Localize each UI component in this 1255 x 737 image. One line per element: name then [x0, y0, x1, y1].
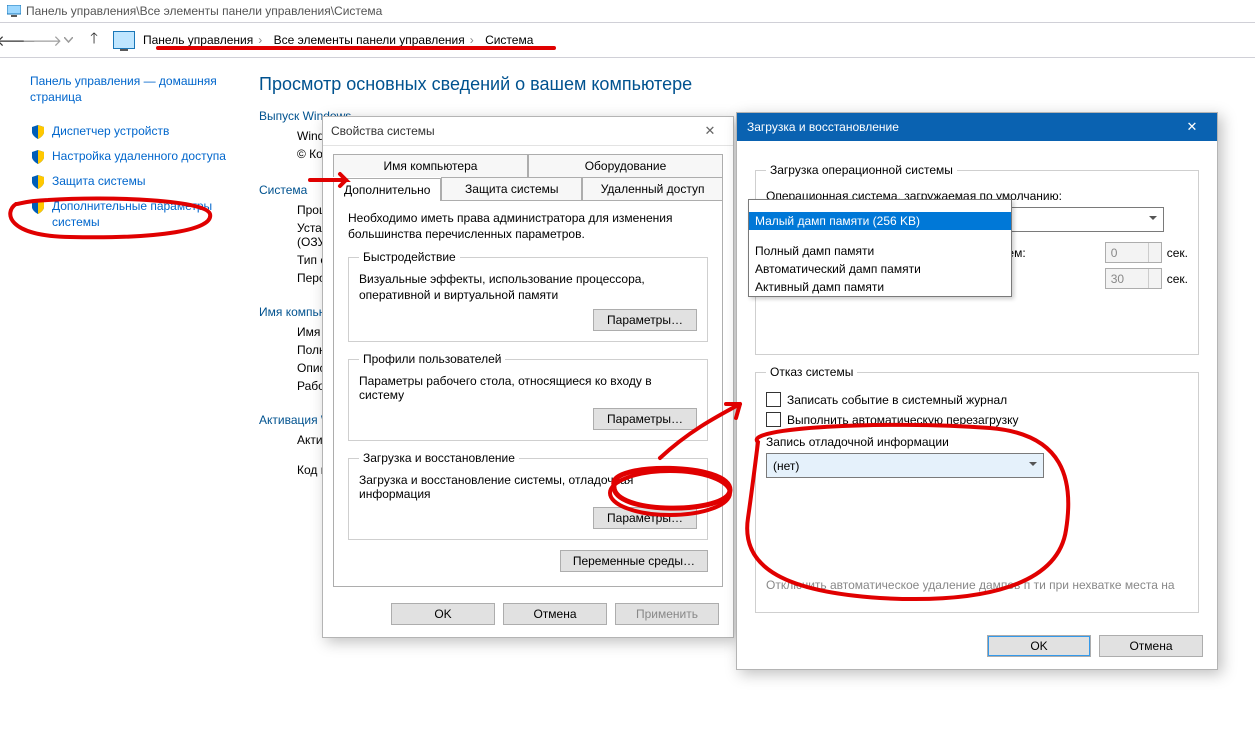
breadcrumb-b[interactable]: Все элементы панели управления [272, 30, 467, 50]
up-button[interactable]: 🡑 [81, 27, 107, 53]
group-os-boot-legend: Загрузка операционной системы [766, 163, 957, 177]
chk-auto-reboot[interactable] [766, 412, 781, 427]
chk-auto-reboot-label: Выполнить автоматическую перезагрузку [787, 413, 1019, 427]
side-advanced[interactable]: Дополнительные параметры системы [30, 199, 245, 230]
dialog-startup-recovery: Загрузка и восстановление ✕ Загрузка опе… [736, 112, 1218, 670]
perf-params-button[interactable]: Параметры… [593, 309, 697, 331]
dialog1-cancel-button[interactable]: Отмена [503, 603, 607, 625]
window-title-bar: Панель управления\Все элементы панели уп… [0, 0, 1255, 23]
tab-hardware[interactable]: Оборудование [528, 154, 723, 177]
side-protection[interactable]: Защита системы [30, 174, 245, 190]
page-title: Просмотр основных сведений о вашем компь… [259, 74, 1255, 95]
shield-icon [30, 149, 46, 165]
env-vars-button[interactable]: Переменные среды… [560, 550, 708, 572]
window-title: Панель управления\Все элементы панели уп… [26, 4, 382, 18]
sec-label: сек. [1167, 272, 1188, 286]
group-boot: Загрузка и восстановление Загрузка и вос… [348, 451, 708, 540]
breadcrumb-c[interactable]: Система [483, 30, 535, 50]
prof-params-button[interactable]: Параметры… [593, 408, 697, 430]
location-icon [113, 31, 135, 49]
dump-opt-full[interactable]: Полный дамп памяти [749, 242, 1011, 260]
spin-rec-seconds[interactable]: 30 [1105, 268, 1162, 289]
group-performance-legend: Быстродействие [359, 250, 460, 264]
shield-icon [30, 199, 46, 215]
dialog1-note: Необходимо иметь права администратора дл… [348, 211, 708, 242]
group-failure: Отказ системы Записать событие в системн… [755, 365, 1199, 613]
tab-advanced[interactable]: Дополнительно [333, 178, 441, 201]
tab-computer-name[interactable]: Имя компьютера [333, 154, 528, 177]
dump-opt-active[interactable]: Активный дамп памяти [749, 278, 1011, 296]
dialog1-ok-button[interactable]: OK [391, 603, 495, 625]
boot-text: Загрузка и восстановление системы, отлад… [359, 473, 697, 501]
group-profiles: Профили пользователей Параметры рабочего… [348, 352, 708, 441]
breadcrumb-a[interactable]: Панель управления [141, 30, 255, 50]
side-panel: Панель управления — домашняя страница Ди… [0, 58, 253, 481]
dialog-system-properties: Свойства системы ✕ Имя компьютера Оборуд… [322, 116, 734, 638]
side-remote[interactable]: Настройка удаленного доступа [30, 149, 245, 165]
recent-button[interactable] [55, 27, 81, 53]
dialog2-titlebar[interactable]: Загрузка и восстановление ✕ [737, 113, 1217, 141]
sec-label: сек. [1167, 246, 1188, 260]
group-boot-legend: Загрузка и восстановление [359, 451, 519, 465]
side-device-manager[interactable]: Диспетчер устройств [30, 124, 245, 140]
dump-opt-hidden-top[interactable] [749, 200, 1011, 212]
shield-icon [30, 174, 46, 190]
group-profiles-legend: Профили пользователей [359, 352, 505, 366]
dump-label: Запись отладочной информации [766, 435, 1188, 449]
forward-button[interactable]: 🡒 [29, 27, 55, 53]
dump-ghost-text: Отключить автоматическое удаление дампов… [766, 578, 1188, 594]
side-home[interactable]: Панель управления — домашняя страница [30, 74, 245, 105]
shield-icon [30, 124, 46, 140]
dialog1-apply-button[interactable]: Применить [615, 603, 719, 625]
boot-params-button[interactable]: Параметры… [593, 507, 697, 529]
perf-text: Визуальные эффекты, использование процес… [359, 272, 697, 303]
dialog2-title: Загрузка и восстановление [747, 120, 899, 134]
chk-log-event[interactable] [766, 392, 781, 407]
dump-select-dropdown[interactable]: Малый дамп памяти (256 KB) Полный дамп п… [748, 199, 1012, 297]
dump-select[interactable]: (нет) [766, 453, 1044, 478]
dump-opt-auto[interactable]: Автоматический дамп памяти [749, 260, 1011, 278]
close-icon[interactable]: ✕ [695, 120, 725, 142]
spin-os-seconds[interactable]: 0 [1105, 242, 1162, 263]
dialog2-cancel-button[interactable]: Отмена [1099, 635, 1203, 657]
dialog1-title: Свойства системы [331, 124, 435, 138]
dialog1-titlebar[interactable]: Свойства системы ✕ [323, 117, 733, 146]
group-performance: Быстродействие Визуальные эффекты, испол… [348, 250, 708, 342]
address-bar: 🡐 🡒 🡑 Панель управления› Все элементы па… [0, 23, 1255, 58]
dump-opt-hidden-mid[interactable] [749, 230, 1011, 242]
tab-remote[interactable]: Удаленный доступ [582, 177, 723, 200]
prof-text: Параметры рабочего стола, относящиеся ко… [359, 374, 697, 402]
dialog2-ok-button[interactable]: OK [987, 635, 1091, 657]
dump-select-value: (нет) [773, 459, 799, 473]
chk-log-event-label: Записать событие в системный журнал [787, 393, 1007, 407]
monitor-icon [6, 3, 22, 19]
group-failure-legend: Отказ системы [766, 365, 857, 379]
dump-opt-small[interactable]: Малый дамп памяти (256 KB) [749, 212, 1011, 230]
tab-protection[interactable]: Защита системы [441, 177, 582, 200]
close-icon[interactable]: ✕ [1177, 116, 1207, 138]
breadcrumb: Панель управления› Все элементы панели у… [141, 33, 535, 47]
